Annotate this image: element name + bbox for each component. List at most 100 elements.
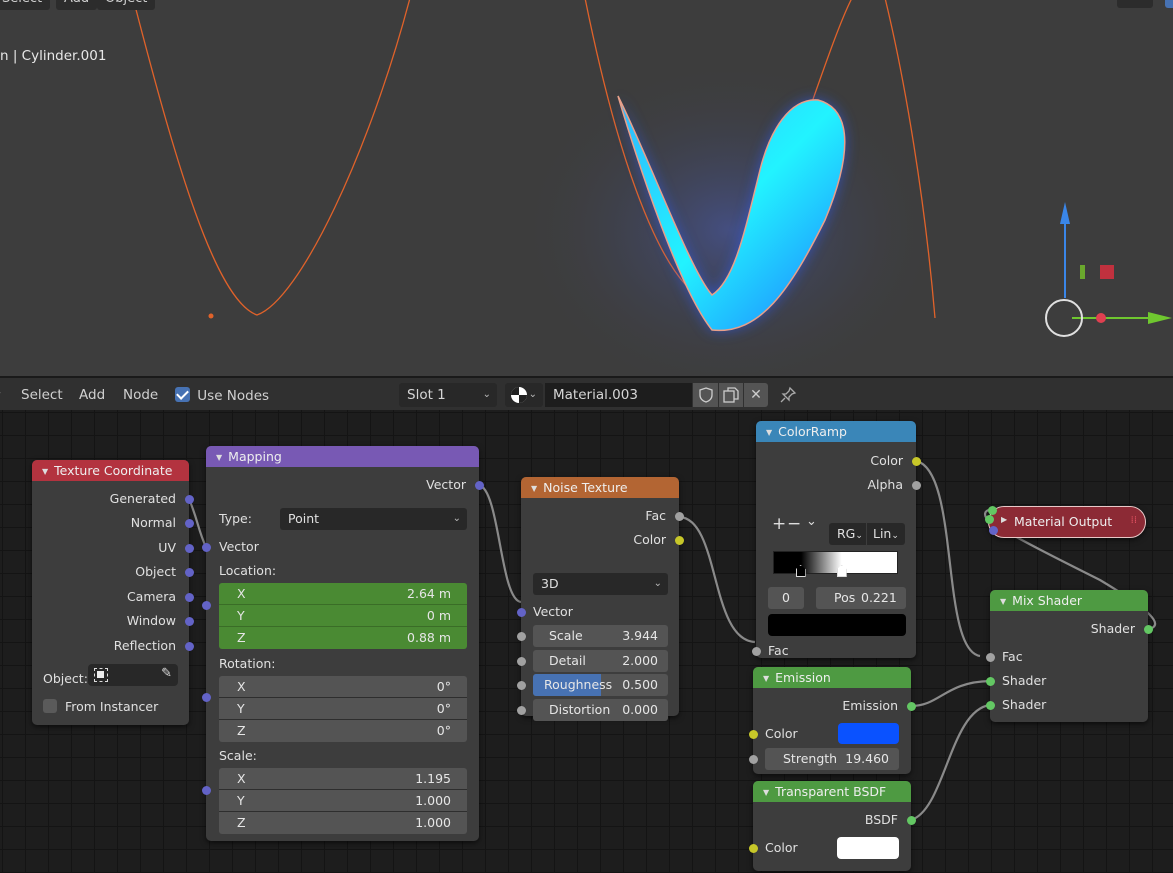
node-header[interactable]: ▼ Transparent BSDF xyxy=(753,781,911,802)
roughness-slider[interactable]: Roughness 0.500 xyxy=(533,674,668,696)
socket-camera[interactable] xyxy=(185,593,194,602)
socket-detail[interactable] xyxy=(517,657,526,666)
node-header[interactable]: ▼ Texture Coordinate xyxy=(32,460,189,481)
socket-generated[interactable] xyxy=(185,495,194,504)
expand-triangle-icon[interactable]: ▶ xyxy=(1001,515,1007,524)
type-dropdown[interactable]: Point ⌄ xyxy=(280,508,467,530)
socket-normal[interactable] xyxy=(185,519,194,528)
node-material-output[interactable]: ▶ Material Output ⁞⁞ xyxy=(985,506,1146,538)
slot-dropdown[interactable]: Slot 1 ⌄ xyxy=(399,383,497,407)
link-ramp-color-to-mix-fac[interactable] xyxy=(915,459,981,658)
node-header[interactable]: ▼ Noise Texture xyxy=(521,477,679,498)
socket-alpha-out[interactable] xyxy=(912,481,921,490)
location-z-field[interactable]: Z 0.88 m xyxy=(219,627,467,649)
scale-x-field[interactable]: X 1.195 xyxy=(219,768,467,790)
socket-emission-out[interactable] xyxy=(907,702,916,711)
socket-reflection[interactable] xyxy=(185,642,194,651)
transparent-color-swatch[interactable] xyxy=(837,837,899,859)
color-ramp-gradient[interactable] xyxy=(773,551,898,574)
3d-viewport[interactable]: Select Add Object n | Cylinder.001 xyxy=(0,0,1173,376)
use-nodes-checkbox[interactable] xyxy=(175,387,190,402)
stop-position-field[interactable]: Pos 0.221 xyxy=(816,587,906,609)
from-instancer-toggle[interactable]: From Instancer xyxy=(43,698,158,716)
active-stop-index-field[interactable]: 0 xyxy=(768,587,804,609)
eyedropper-icon[interactable]: ✎ xyxy=(161,666,172,681)
menu-node[interactable]: Node xyxy=(123,387,158,403)
color-mode-dropdown[interactable]: RG⌄ xyxy=(829,523,866,545)
rotation-z-field[interactable]: Z 0° xyxy=(219,720,467,742)
collapse-triangle-icon[interactable]: ▼ xyxy=(763,788,769,797)
material-browse-button[interactable]: ⌄ xyxy=(505,383,543,407)
collapse-triangle-icon[interactable]: ▼ xyxy=(216,453,222,462)
collapse-triangle-icon[interactable]: ▼ xyxy=(763,674,769,683)
collapse-triangle-icon[interactable]: ▼ xyxy=(1000,597,1006,606)
socket-displacement[interactable] xyxy=(989,526,998,535)
from-instancer-checkbox[interactable] xyxy=(43,699,57,713)
socket-vector-out[interactable] xyxy=(475,481,484,490)
gizmo-x-dot[interactable] xyxy=(1096,313,1106,323)
strength-field[interactable]: Strength 19.460 xyxy=(765,748,899,770)
socket-color-in[interactable] xyxy=(749,844,758,853)
menu-select[interactable]: Select xyxy=(21,387,63,403)
socket-rotation[interactable] xyxy=(202,693,211,702)
socket-color-out[interactable] xyxy=(675,536,684,545)
gizmo-y-handle[interactable] xyxy=(1080,265,1085,279)
socket-color-in[interactable] xyxy=(749,730,758,739)
rotation-x-field[interactable]: X 0° xyxy=(219,676,467,698)
socket-shader-out[interactable] xyxy=(1144,625,1153,634)
node-header[interactable]: ▼ Mix Shader xyxy=(990,590,1148,611)
socket-vector-in[interactable] xyxy=(517,608,526,617)
node-mapping[interactable]: ▼ Mapping Vector Type: Point ⌄ Vector Loc… xyxy=(202,446,484,841)
scale-z-field[interactable]: Z 1.000 xyxy=(219,812,467,834)
node-header[interactable]: ▼ Emission xyxy=(753,667,911,688)
node-noise-texture[interactable]: ▼ Noise Texture Fac Color 3D ⌄ Vector Sca… xyxy=(517,477,684,721)
node-canvas[interactable]: ▼ Texture Coordinate Generated Normal UV … xyxy=(0,410,1173,873)
socket-color-out[interactable] xyxy=(912,457,921,466)
collapse-triangle-icon[interactable]: ▼ xyxy=(42,467,48,476)
interpolation-dropdown[interactable]: Lin⌄ xyxy=(867,523,905,545)
socket-roughness[interactable] xyxy=(517,681,526,690)
emission-color-swatch[interactable] xyxy=(838,723,899,744)
remove-stop-button[interactable]: − xyxy=(787,514,801,534)
node-header[interactable]: ▼ ColorRamp xyxy=(756,421,916,442)
scale-field[interactable]: Scale 3.944 xyxy=(533,625,668,647)
viewport-menu-add[interactable]: Add xyxy=(56,0,98,10)
rotation-y-field[interactable]: Y 0° xyxy=(219,698,467,720)
fake-user-shield-icon[interactable] xyxy=(693,383,718,407)
link-mapping-to-noise[interactable] xyxy=(478,483,522,604)
node-emission[interactable]: ▼ Emission Emission Color Strength 19.460 xyxy=(749,667,916,774)
node-transparent-bsdf[interactable]: ▼ Transparent BSDF BSDF Color xyxy=(749,781,916,871)
gizmo-z-arrow-icon[interactable] xyxy=(1060,202,1070,224)
dimensions-dropdown[interactable]: 3D ⌄ xyxy=(533,573,668,595)
material-name-field[interactable]: Material.003 xyxy=(545,383,692,407)
socket-window[interactable] xyxy=(185,617,194,626)
rotation-vector[interactable]: X 0° Y 0° Z 0° xyxy=(219,676,467,742)
socket-scale[interactable] xyxy=(517,632,526,641)
socket-distortion[interactable] xyxy=(517,706,526,715)
stop-color-swatch[interactable] xyxy=(768,614,906,636)
location-y-field[interactable]: Y 0 m xyxy=(219,605,467,627)
node-mix-shader[interactable]: ▼ Mix Shader Shader Fac Shader Shader xyxy=(986,590,1153,722)
socket-bsdf-out[interactable] xyxy=(907,816,916,825)
socket-object[interactable] xyxy=(185,568,194,577)
detail-field[interactable]: Detail 2.000 xyxy=(533,650,668,672)
add-stop-button[interactable]: + xyxy=(772,514,786,534)
socket-uv[interactable] xyxy=(185,544,194,553)
use-nodes-toggle[interactable]: Use Nodes xyxy=(175,387,269,404)
location-x-field[interactable]: X 2.64 m xyxy=(219,583,467,605)
pin-icon[interactable] xyxy=(776,383,800,407)
unlink-x-icon[interactable]: ✕ xyxy=(744,383,768,407)
collapse-triangle-icon[interactable]: ▼ xyxy=(766,428,772,437)
object-picker-field[interactable]: ✎ xyxy=(88,664,178,686)
gizmo-y-arrow-icon[interactable] xyxy=(1148,312,1172,324)
gizmo-x-handle[interactable] xyxy=(1100,265,1114,279)
duplicate-icon[interactable] xyxy=(719,383,743,407)
socket-surface[interactable] xyxy=(988,506,997,515)
socket-volume[interactable] xyxy=(985,515,994,524)
link-transparent-to-mix[interactable] xyxy=(910,703,991,822)
scale-y-field[interactable]: Y 1.000 xyxy=(219,790,467,812)
collapse-triangle-icon[interactable]: ▼ xyxy=(531,484,537,493)
socket-shader-in-2[interactable] xyxy=(986,701,995,710)
socket-strength-in[interactable] xyxy=(749,755,758,764)
socket-fac-in[interactable] xyxy=(752,647,761,656)
